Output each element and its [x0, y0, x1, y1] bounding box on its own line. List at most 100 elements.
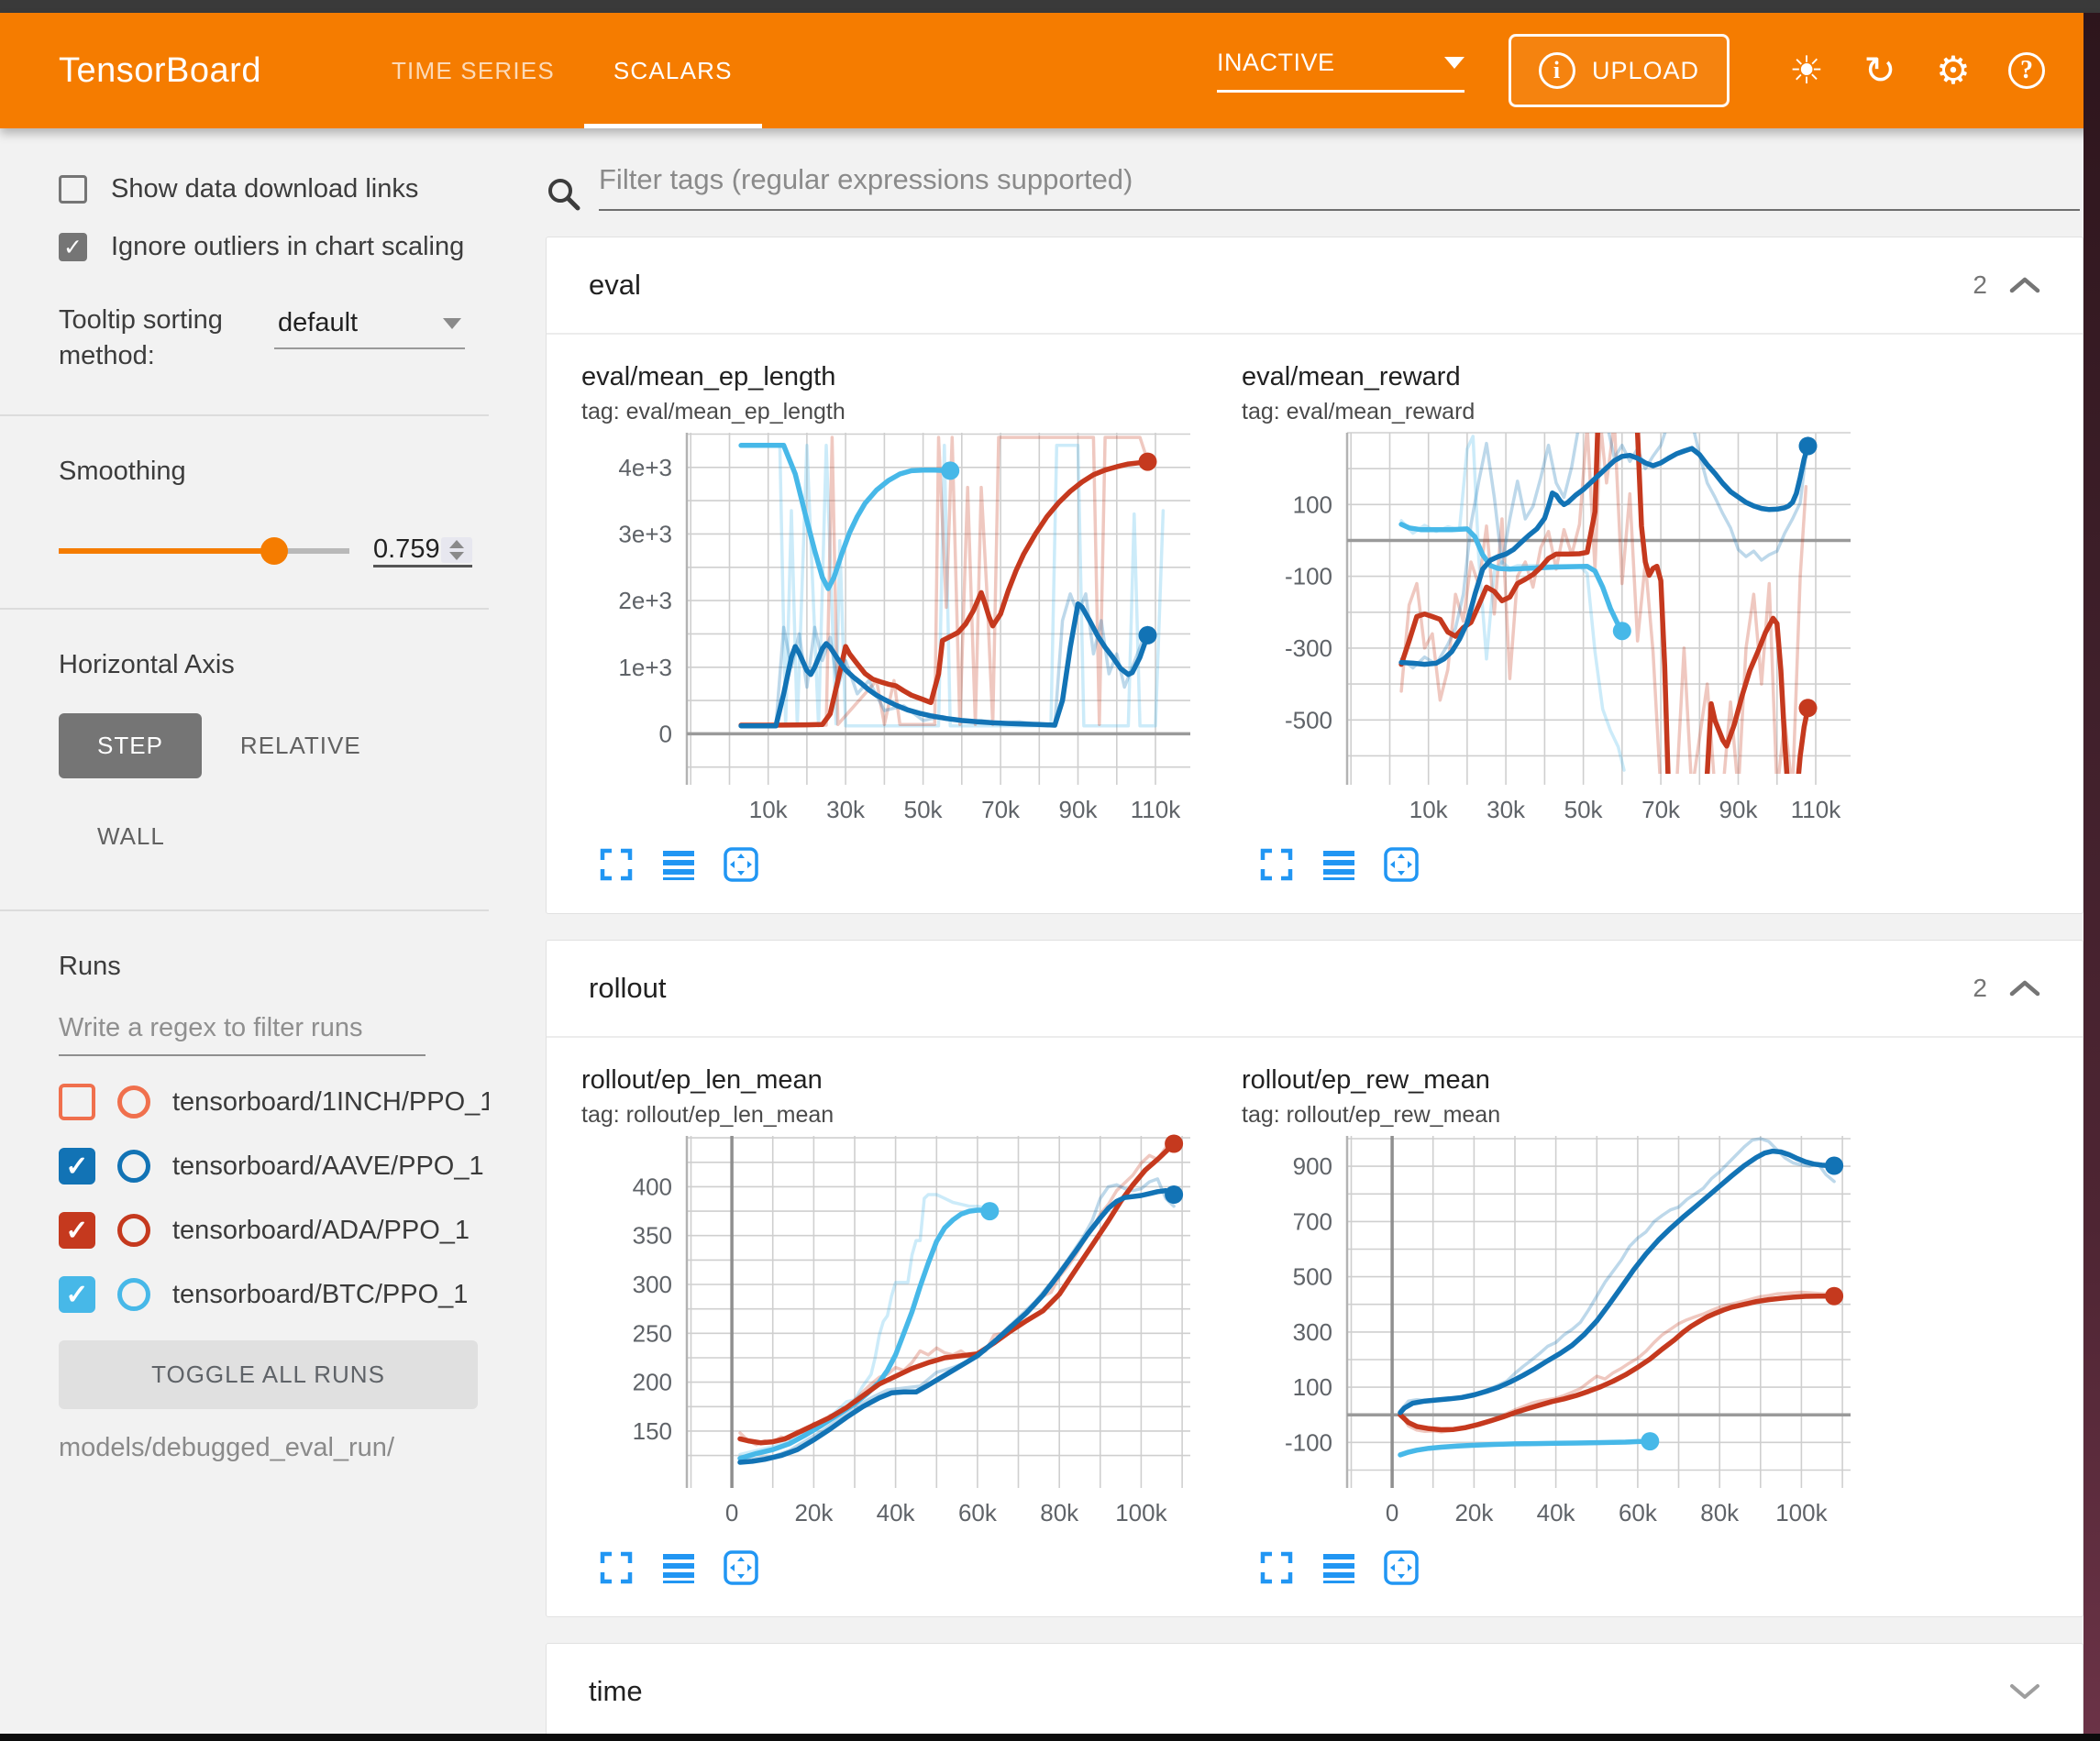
toggle-y-axis-icon[interactable] [1321, 846, 1357, 887]
toggle-all-runs-button[interactable]: TOGGLE ALL RUNS [59, 1340, 478, 1409]
show-download-links-checkbox[interactable]: ✓ [59, 175, 87, 204]
status-label: INACTIVE [1217, 49, 1335, 77]
run-row-1inch[interactable]: ✓ tensorboard/1INCH/PPO_1 [59, 1084, 489, 1120]
toggle-y-axis-icon[interactable] [1321, 1549, 1357, 1591]
axis-option-relative[interactable]: RELATIVE [202, 713, 400, 778]
collapse-control[interactable]: 2 [1973, 974, 2040, 1003]
info-icon: i [1539, 52, 1575, 89]
tooltip-sorting-value: default [278, 308, 358, 338]
tab-scalars[interactable]: SCALARS [584, 13, 762, 128]
stepper-down-icon [449, 552, 464, 560]
section-header-time[interactable]: time [547, 1644, 2083, 1739]
run-row-btc[interactable]: ✓ tensorboard/BTC/PPO_1 [59, 1276, 489, 1313]
divider [0, 608, 489, 610]
svg-text:150: 150 [633, 1417, 672, 1445]
expand-chart-icon[interactable] [598, 846, 635, 887]
svg-text:700: 700 [1293, 1207, 1332, 1235]
settings-icon[interactable]: ⚙ [1917, 51, 1990, 90]
refresh-icon[interactable]: ↻ [1843, 51, 1917, 90]
run-checkbox[interactable]: ✓ [59, 1212, 95, 1249]
fit-domain-icon[interactable] [1383, 846, 1420, 887]
settings-sidebar: ✓ Show data download links ✓ Ignore outl… [0, 128, 489, 1741]
svg-text:10k: 10k [1409, 796, 1449, 823]
svg-text:20k: 20k [1454, 1499, 1494, 1526]
status-dropdown[interactable]: INACTIVE [1217, 49, 1464, 93]
svg-text:-500: -500 [1285, 706, 1332, 733]
run-color-circle [117, 1085, 150, 1118]
run-row-aave[interactable]: ✓ tensorboard/AAVE/PPO_1 [59, 1148, 489, 1185]
svg-text:30k: 30k [1487, 796, 1526, 823]
section-title: eval [589, 269, 641, 302]
chart-eval-mean-reward: eval/mean_reward tag: eval/mean_reward 1… [1242, 362, 1889, 887]
checkbox-label: Show data download links [111, 174, 418, 204]
chevron-down-icon [1444, 57, 1464, 69]
expand-chart-icon[interactable] [1258, 1549, 1295, 1591]
tag-filter-input[interactable] [599, 163, 2080, 209]
smoothing-value: 0.759 [373, 534, 441, 565]
ignore-outliers-checkbox[interactable]: ✓ [59, 233, 87, 261]
chart-eval-mean-ep-length: eval/mean_ep_length tag: eval/mean_ep_le… [581, 362, 1229, 887]
svg-text:300: 300 [1293, 1318, 1332, 1346]
upload-button[interactable]: i UPLOAD [1509, 34, 1730, 107]
line-chart[interactable]: -100100300500700900020k40k60k80k100k [1242, 1129, 1889, 1543]
toggle-y-axis-icon[interactable] [660, 1549, 697, 1591]
section-card-eval: eval 2 eval/mean_ep_length tag: eval/mea… [546, 237, 2083, 914]
run-checkbox[interactable]: ✓ [59, 1148, 95, 1185]
svg-text:-100: -100 [1285, 563, 1332, 590]
runs-filter-input[interactable] [59, 1013, 426, 1054]
fit-domain-icon[interactable] [723, 1549, 759, 1591]
tooltip-sorting-dropdown[interactable]: default [274, 308, 465, 349]
svg-text:40k: 40k [1537, 1499, 1576, 1526]
bottom-bar [0, 1734, 2100, 1741]
browser-chrome-bar [0, 0, 2100, 13]
svg-text:200: 200 [633, 1369, 672, 1396]
chart-tag: tag: rollout/ep_len_mean [581, 1102, 1229, 1129]
fit-domain-icon[interactable] [1383, 1549, 1420, 1591]
collapse-control[interactable] [2009, 1682, 2040, 1701]
smoothing-slider[interactable] [59, 548, 349, 554]
app-title: TensorBoard [59, 51, 261, 91]
chart-rollout-ep-rew-mean: rollout/ep_rew_mean tag: rollout/ep_rew_… [1242, 1065, 1889, 1591]
section-header-eval[interactable]: eval 2 [547, 237, 2083, 333]
svg-text:0: 0 [1386, 1499, 1398, 1526]
run-checkbox[interactable]: ✓ [59, 1084, 95, 1120]
tag-filter-row [546, 163, 2096, 211]
axis-option-step[interactable]: STEP [59, 713, 202, 778]
section-card-rollout: rollout 2 rollout/ep_len_mean tag: rollo… [546, 940, 2083, 1617]
line-chart[interactable]: 150200250300350400020k40k60k80k100k [581, 1129, 1229, 1543]
show-download-links-row: ✓ Show data download links [59, 174, 489, 204]
svg-text:1e+3: 1e+3 [618, 654, 672, 681]
svg-text:300: 300 [633, 1271, 672, 1298]
slider-knob[interactable] [260, 537, 288, 565]
section-title: rollout [589, 972, 666, 1005]
number-stepper[interactable] [441, 537, 472, 563]
horizontal-axis-label: Horizontal Axis [59, 650, 489, 680]
expand-chart-icon[interactable] [1258, 846, 1295, 887]
chevron-down-icon [2009, 1682, 2040, 1701]
svg-text:50k: 50k [1564, 796, 1604, 823]
svg-text:90k: 90k [1719, 796, 1759, 823]
axis-option-wall[interactable]: WALL [59, 804, 204, 869]
chart-title: eval/mean_reward [1242, 362, 1889, 392]
tab-time-series[interactable]: TIME SERIES [362, 13, 584, 128]
line-chart[interactable]: 100-100-300-50010k30k50k70k90k110k [1242, 425, 1889, 840]
run-row-ada[interactable]: ✓ tensorboard/ADA/PPO_1 [59, 1212, 489, 1249]
section-header-rollout[interactable]: rollout 2 [547, 941, 2083, 1036]
help-icon[interactable]: ? [1990, 52, 2063, 89]
expand-chart-icon[interactable] [598, 1549, 635, 1591]
svg-text:400: 400 [633, 1173, 672, 1200]
svg-text:110k: 110k [1131, 796, 1181, 823]
svg-text:60k: 60k [958, 1499, 998, 1526]
svg-text:250: 250 [633, 1319, 672, 1347]
toggle-y-axis-icon[interactable] [660, 846, 697, 887]
svg-text:110k: 110k [1791, 796, 1841, 823]
svg-text:900: 900 [1293, 1152, 1332, 1180]
search-icon [546, 176, 580, 211]
line-chart[interactable]: 01e+32e+33e+34e+310k30k50k70k90k110k [581, 425, 1229, 840]
runs-filter [59, 1013, 426, 1056]
brightness-icon[interactable]: ☀ [1770, 51, 1843, 90]
fit-domain-icon[interactable] [723, 846, 759, 887]
collapse-control[interactable]: 2 [1973, 270, 2040, 300]
svg-text:2e+3: 2e+3 [618, 587, 672, 614]
run-checkbox[interactable]: ✓ [59, 1276, 95, 1313]
